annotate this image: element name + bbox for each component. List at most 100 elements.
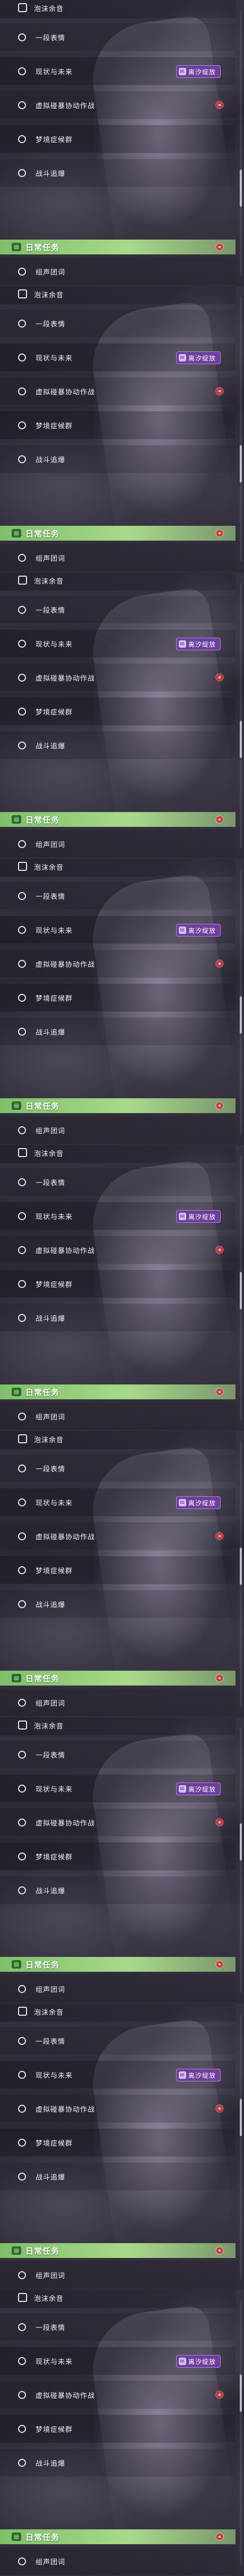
daily-task-row[interactable]: 组声团词: [0, 2261, 236, 2289]
event-tag[interactable]: ✉ 离汐绽放: [176, 351, 221, 364]
task-row[interactable]: 一段表情: [0, 1454, 236, 1483]
task-row[interactable]: 梦境症候群: [0, 2415, 236, 2443]
daily-tasks-header[interactable]: ▤ 日常任务: [0, 2529, 236, 2544]
daily-task-row[interactable]: 组声团词: [0, 830, 236, 858]
scrollbar-track[interactable]: [240, 1728, 242, 1993]
task-row[interactable]: 虚拟碰暴协动作战: [0, 377, 236, 405]
task-row[interactable]: 战斗追爆: [0, 731, 236, 760]
scrollbar-track[interactable]: [240, 869, 242, 1134]
task-row[interactable]: 一段表情: [0, 2027, 236, 2055]
task-row[interactable]: 一段表情: [0, 2313, 236, 2341]
task-row[interactable]: 现状与未来 ✉ 离汐绽放: [0, 916, 236, 944]
task-row[interactable]: 现状与未来 ✉ 离汐绽放: [0, 1488, 236, 1516]
scrollbar-track[interactable]: [240, 583, 242, 848]
task-row[interactable]: 战斗追爆: [0, 1590, 236, 1618]
task-row[interactable]: 泡沫余音: [0, 859, 236, 877]
task-row[interactable]: 战斗追爆: [0, 445, 236, 473]
daily-task-row[interactable]: 组声团词: [0, 2547, 236, 2575]
event-tag[interactable]: ✉ 离汐绽放: [176, 1496, 221, 1509]
task-row[interactable]: 泡沫余音: [0, 1717, 236, 1736]
task-row[interactable]: 泡沫余音: [0, 2004, 236, 2022]
task-row[interactable]: 梦境症候群: [0, 984, 236, 1012]
daily-tasks-header[interactable]: ▤ 日常任务: [0, 240, 236, 254]
task-row[interactable]: 战斗追爆: [0, 1304, 236, 1332]
task-row[interactable]: 梦境症候群: [0, 1556, 236, 1584]
task-row[interactable]: 梦境症候群: [0, 411, 236, 439]
task-row[interactable]: 战斗追爆: [0, 2449, 236, 2477]
task-row[interactable]: 一段表情: [0, 310, 236, 338]
scrollbar-track[interactable]: [240, 1155, 242, 1421]
task-row[interactable]: 泡沫余音: [0, 0, 236, 19]
task-row[interactable]: 一段表情: [0, 596, 236, 624]
task-row[interactable]: 战斗追爆: [0, 1018, 236, 1046]
task-row[interactable]: 战斗追爆: [0, 2163, 236, 2191]
task-row[interactable]: 现状与未来 ✉ 离汐绽放: [0, 343, 236, 372]
daily-task-row[interactable]: 组声团词: [0, 1689, 236, 1717]
task-row[interactable]: 梦境症候群: [0, 1270, 236, 1298]
scrollbar-thumb[interactable]: [240, 721, 242, 758]
event-tag[interactable]: ✉ 离汐绽放: [176, 1783, 221, 1795]
daily-tasks-header[interactable]: ▤ 日常任务: [0, 1384, 236, 1399]
event-tag[interactable]: ✉ 离汐绽放: [176, 65, 221, 78]
daily-tasks-header[interactable]: ▤ 日常任务: [0, 1671, 236, 1686]
task-row[interactable]: 梦境症候群: [0, 125, 236, 153]
event-tag[interactable]: ✉ 离汐绽放: [176, 2355, 221, 2368]
task-row[interactable]: 战斗追爆: [0, 159, 236, 187]
scrollbar-thumb[interactable]: [240, 1548, 242, 1585]
daily-task-row[interactable]: 组声团词: [0, 258, 236, 286]
task-row[interactable]: 泡沫余音: [0, 1431, 236, 1450]
task-row[interactable]: 虚拟碰暴协动作战: [0, 2381, 236, 2409]
scrollbar-track[interactable]: [240, 297, 242, 562]
daily-tasks-header[interactable]: ▤ 日常任务: [0, 812, 236, 827]
task-row[interactable]: 虚拟碰暴协动作战: [0, 1809, 236, 1837]
task-row[interactable]: 一段表情: [0, 882, 236, 910]
task-row[interactable]: 现状与未来 ✉ 离汐绽放: [0, 1775, 236, 1803]
task-row[interactable]: 一段表情: [0, 1741, 236, 1769]
scrollbar-thumb[interactable]: [240, 996, 242, 1034]
task-row[interactable]: 现状与未来 ✉ 离汐绽放: [0, 630, 236, 658]
daily-task-row[interactable]: 组声团词: [0, 1402, 236, 1431]
task-row[interactable]: 泡沫余音: [0, 2290, 236, 2308]
scrollbar-thumb[interactable]: [240, 2099, 242, 2136]
task-row[interactable]: 梦境症候群: [0, 698, 236, 726]
event-tag[interactable]: ✉ 离汐绽放: [176, 638, 221, 650]
task-row[interactable]: 泡沫余音: [0, 572, 236, 591]
task-row[interactable]: 战斗追爆: [0, 1876, 236, 1904]
scrollbar-track[interactable]: [240, 1442, 242, 1707]
task-row[interactable]: 虚拟碰暴协动作战: [0, 91, 236, 119]
task-row[interactable]: 现状与未来 ✉ 离汐绽放: [0, 57, 236, 85]
daily-tasks-header[interactable]: ▤ 日常任务: [0, 2243, 236, 2258]
task-row[interactable]: 梦境症候群: [0, 2129, 236, 2157]
task-row[interactable]: 泡沫余音: [0, 1145, 236, 1163]
scrollbar-track[interactable]: [240, 2014, 242, 2279]
task-row[interactable]: 一段表情: [0, 1168, 236, 1196]
scrollbar-track[interactable]: [240, 2300, 242, 2565]
task-row[interactable]: 现状与未来 ✉ 离汐绽放: [0, 2347, 236, 2375]
event-tag[interactable]: ✉ 离汐绽放: [176, 2069, 221, 2081]
task-row[interactable]: 虚拟碰暴协动作战: [0, 2095, 236, 2123]
daily-tasks-header[interactable]: ▤ 日常任务: [0, 1098, 236, 1113]
scrollbar-track[interactable]: [240, 11, 242, 276]
scrollbar-thumb[interactable]: [240, 2375, 242, 2412]
scrollbar-thumb[interactable]: [240, 170, 242, 207]
task-row[interactable]: 虚拟碰暴协动作战: [0, 664, 236, 692]
task-row[interactable]: 虚拟碰暴协动作战: [0, 1236, 236, 1264]
daily-task-row[interactable]: 组声团词: [0, 1116, 236, 1144]
event-tag[interactable]: ✉ 离汐绽放: [176, 924, 221, 937]
task-row[interactable]: 一段表情: [0, 23, 236, 51]
task-row[interactable]: 虚拟碰暴协动作战: [0, 1522, 236, 1550]
task-row[interactable]: 现状与未来 ✉ 离汐绽放: [0, 2061, 236, 2089]
task-row[interactable]: 梦境症候群: [0, 1842, 236, 1871]
task-row[interactable]: 现状与未来 ✉ 离汐绽放: [0, 1202, 236, 1230]
task-row[interactable]: 泡沫余音: [0, 286, 236, 305]
daily-task-row[interactable]: 组声团词: [0, 544, 236, 572]
task-label: 组声团词: [36, 2558, 66, 2566]
scrollbar-thumb[interactable]: [240, 1823, 242, 1860]
scrollbar-thumb[interactable]: [240, 1272, 242, 1309]
task-row[interactable]: 虚拟碰暴协动作战: [0, 950, 236, 978]
daily-task-row[interactable]: 组声团词: [0, 1975, 236, 2003]
daily-tasks-header[interactable]: ▤ 日常任务: [0, 1957, 236, 1972]
scrollbar-thumb[interactable]: [240, 445, 242, 482]
event-tag[interactable]: ✉ 离汐绽放: [176, 1210, 221, 1223]
daily-tasks-header[interactable]: ▤ 日常任务: [0, 526, 236, 541]
